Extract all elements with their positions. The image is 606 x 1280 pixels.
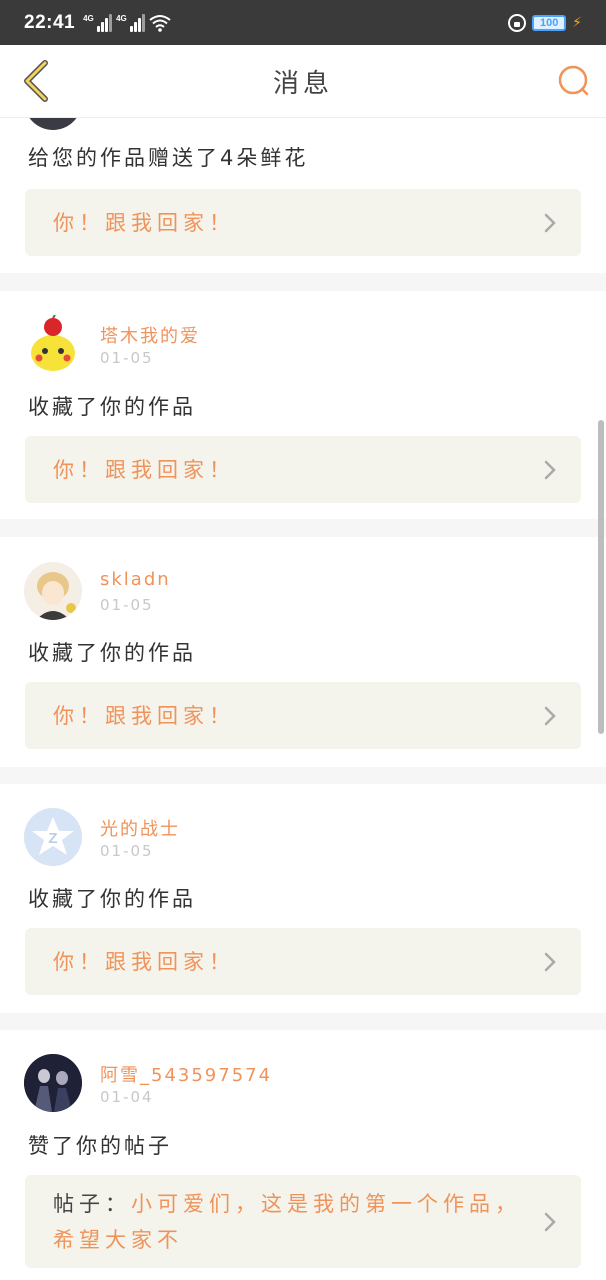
rotation-lock-icon [508,13,527,32]
post-title: 帖子：小可爱们，这是我的第一个作品，希望大家不 [53,1186,521,1258]
signal-icon: 4G [116,13,146,32]
chevron-left-icon [24,60,48,102]
avatar[interactable]: Z [24,808,82,866]
page-title: 消息 [272,68,333,99]
message-action: 收藏了你的作品 [28,395,196,419]
avatar[interactable] [24,1054,82,1112]
status-time: 22:41 [24,11,76,33]
battery-icon: 100 [532,14,567,31]
work-link[interactable]: 你！跟我回家！ [25,436,581,503]
scrollbar[interactable] [598,420,604,734]
message-card: 给您的作品赠送了4朵鲜花 你！跟我回家！ [0,118,606,273]
network-label-1: 4G [83,13,94,23]
message-date: 01-05 [100,596,154,614]
message-card: 塔木我的爱 01-05 收藏了你的作品 你！跟我回家！ [0,291,606,519]
chevron-right-icon [544,952,556,971]
work-link[interactable]: 你！跟我回家！ [25,682,581,749]
message-date: 01-05 [100,842,154,860]
back-button[interactable] [14,59,58,103]
search-icon [558,65,589,96]
username[interactable]: 阿雪_543597574 [100,1061,272,1087]
wifi-icon [149,14,171,32]
work-title: 你！跟我回家！ [53,949,235,974]
chevron-right-icon [544,1212,556,1231]
message-action: 给您的作品赠送了4朵鲜花 [28,146,309,170]
status-bar: 22:41 4G 4G 100 ⚡ [0,0,606,45]
network-label-2: 4G [116,13,127,23]
username[interactable]: 塔木我的爱 [100,322,200,348]
status-right: 100 ⚡ [508,13,582,32]
chevron-right-icon [544,706,556,725]
work-link[interactable]: 你！跟我回家！ [25,928,581,995]
username[interactable]: 光的战士 [100,815,180,841]
message-feed[interactable]: 给您的作品赠送了4朵鲜花 你！跟我回家！ 塔木我的爱 01-05 收藏了你的作品… [0,118,606,1280]
work-link[interactable]: 你！跟我回家！ [25,189,581,256]
message-card: Z 光的战士 01-05 收藏了你的作品 你！跟我回家！ [0,784,606,1013]
app-header: 消息 [0,45,606,118]
message-action: 收藏了你的作品 [28,887,196,911]
signal-icon: 4G [83,13,113,32]
chevron-right-icon [544,460,556,479]
network-indicators: 4G 4G [83,13,171,32]
message-action: 赞了你的帖子 [28,1134,172,1158]
charging-icon: ⚡ [572,14,582,31]
search-button[interactable] [554,61,594,101]
chevron-right-icon [544,213,556,232]
message-card: skladn 01-05 收藏了你的作品 你！跟我回家！ [0,537,606,767]
avatar[interactable] [24,118,82,130]
work-title: 你！跟我回家！ [53,210,235,235]
message-card: 阿雪_543597574 01-04 赞了你的帖子 帖子：小可爱们，这是我的第一… [0,1030,606,1280]
message-date: 01-04 [100,1088,154,1106]
work-title: 你！跟我回家！ [53,457,235,482]
post-prefix: 帖子： [53,1191,131,1216]
work-title: 你！跟我回家！ [53,703,235,728]
avatar[interactable] [24,562,82,620]
message-action: 收藏了你的作品 [28,641,196,665]
message-date: 01-05 [100,349,154,367]
username[interactable]: skladn [100,569,171,590]
svg-text:Z: Z [48,830,57,847]
post-link[interactable]: 帖子：小可爱们，这是我的第一个作品，希望大家不 [25,1175,581,1268]
avatar[interactable] [24,315,82,373]
